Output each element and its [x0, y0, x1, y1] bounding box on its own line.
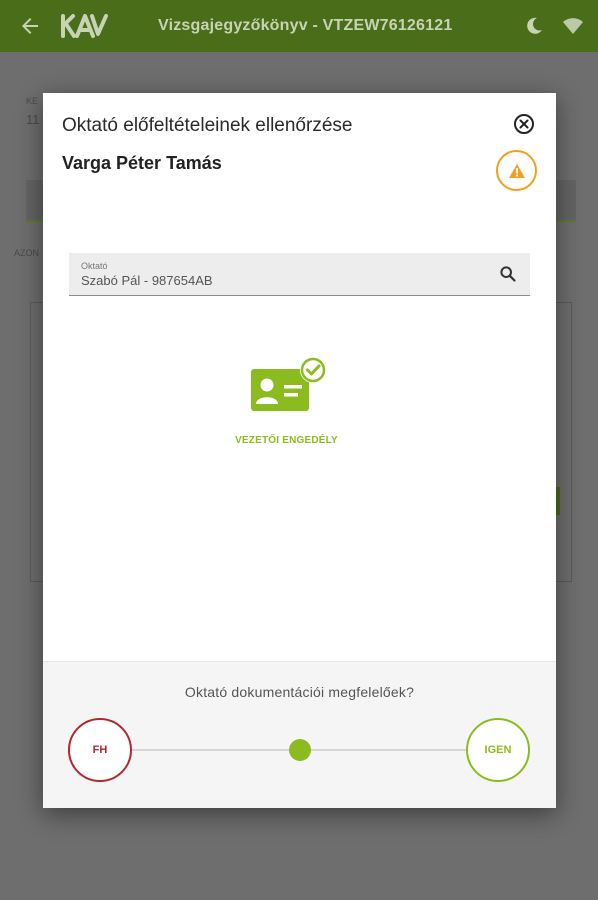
background-text: 11 — [26, 112, 40, 127]
background-card — [30, 302, 44, 582]
warning-button[interactable] — [496, 150, 537, 191]
dialog-footer: Oktató dokumentációi megfelelőek? FH IGE… — [43, 661, 556, 808]
documentation-question: Oktató dokumentációi megfelelőek? — [184, 684, 415, 700]
wifi-icon — [563, 18, 583, 34]
back-arrow-icon[interactable] — [18, 14, 42, 38]
close-icon[interactable] — [513, 113, 535, 135]
search-icon[interactable] — [499, 265, 517, 283]
background-field — [26, 180, 44, 222]
background-button — [556, 487, 560, 515]
background-text: AZON — [14, 248, 40, 258]
kav-logo — [61, 14, 108, 38]
id-card-check-icon — [251, 357, 326, 411]
reject-button-label: FH — [92, 744, 108, 756]
instructor-field[interactable]: Oktató Szabó Pál - 987654AB — [69, 253, 530, 296]
dialog-title: Oktató előfeltételeinek ellenőrzése — [62, 115, 353, 136]
moon-icon[interactable] — [524, 16, 544, 36]
accept-button-label: IGEN — [484, 744, 512, 756]
background-text: KE — [26, 96, 39, 106]
instructor-field-value: Szabó Pál - 987654AB — [81, 273, 213, 288]
reject-button[interactable]: FH — [68, 718, 132, 782]
document-label: VEZETŐI ENGEDÉLY — [235, 435, 338, 446]
prerequisite-dialog: Oktató előfeltételeinek ellenőrzése Varg… — [43, 93, 556, 808]
app-title: Vizsgajegyzőkönyv - VTZEW76126121 — [158, 17, 453, 34]
decision-slider-thumb[interactable] — [288, 739, 311, 761]
background-field — [556, 180, 576, 222]
warning-triangle-icon — [508, 163, 525, 178]
app-bar: Vizsgajegyzőkönyv - VTZEW76126121 — [0, 0, 598, 52]
background-card — [556, 302, 572, 582]
student-name: Varga Péter Tamás — [62, 153, 222, 173]
instructor-field-label: Oktató — [81, 261, 108, 271]
accept-button[interactable]: IGEN — [466, 718, 530, 782]
